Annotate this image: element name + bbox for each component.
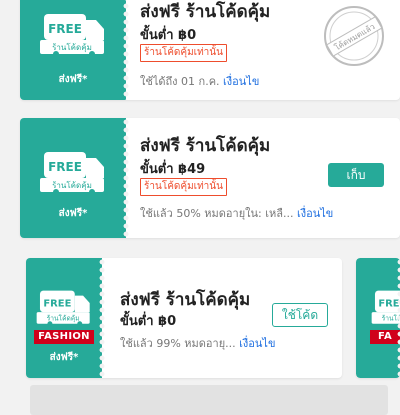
svg-text:FREE: FREE <box>378 298 400 309</box>
svg-text:ร้านโค้ดคุ้ม: ร้านโค้ดคุ้ม <box>47 314 80 322</box>
conditions-link[interactable]: เงื่อนไข <box>223 75 259 88</box>
usage-info: ใช้แล้ว 99% หมดอายุ... เงื่อนไข <box>120 334 275 352</box>
free-shipping-truck-icon: FREE ร้านโค้ดคุ้ม <box>40 14 104 57</box>
free-shipping-truck-icon: FREE ร้านโค้ดคุ้ม <box>40 152 104 195</box>
fashion-label: FASHION <box>34 330 94 344</box>
sold-out-stamp-icon: โค้ดหมดแล้ว <box>324 6 384 66</box>
free-shipping-truck-icon: FREE ร้านโค้ดคุ้ม <box>36 290 90 327</box>
voucher-card-4[interactable]: FREE ร้านโค้ดคุ้ม FA <box>356 258 400 378</box>
free-shipping-truck-icon: FREE ร้านโค้ดคุ้ม <box>371 290 400 324</box>
fashion-label: FA <box>370 330 400 344</box>
voucher-title: ส่งฟรี ร้านโค้ดคุ้ม <box>140 136 271 156</box>
stub-label: ส่งฟรี* <box>58 74 88 85</box>
svg-text:ร้านโค้ดคุ้ม: ร้านโค้ดคุ้ม <box>52 42 92 52</box>
voucher-body: ส่งฟรี ร้านโค้ดคุ้ม ขั้นต่ำ ฿0 ใช้แล้ว 9… <box>102 258 342 378</box>
voucher-body: ส่งฟรี ร้านโค้ดคุ้ม ขั้นต่ำ ฿49 ร้านโค้ด… <box>126 118 400 238</box>
conditions-link[interactable]: เงื่อนไข <box>239 337 275 350</box>
voucher-card-3[interactable]: FREE ร้านโค้ดคุ้ม FASHION ส่งฟรี* ส่งฟรี… <box>26 258 342 378</box>
voucher-title: ส่งฟรี ร้านโค้ดคุ้ม <box>120 290 251 310</box>
svg-text:ร้านโค้ดคุ้ม: ร้านโค้ดคุ้ม <box>52 180 92 190</box>
shop-only-tag: ร้านโค้ดคุ้มเท่านั้น <box>140 178 227 196</box>
svg-text:FREE: FREE <box>43 298 71 309</box>
min-spend: ขั้นต่ำ ฿0 <box>120 314 177 329</box>
stub-label: ส่งฟรี* <box>58 208 88 219</box>
usage-text: ใช้แล้ว 50% หมดอายุใน: เหลื... <box>140 207 294 220</box>
collect-button[interactable]: เก็บ <box>328 163 384 187</box>
min-spend: ขั้นต่ำ ฿0 <box>140 28 197 43</box>
voucher-stub: FREE ร้านโค้ดคุ้ม FA <box>356 258 400 378</box>
svg-text:FREE: FREE <box>48 22 82 36</box>
use-code-button[interactable]: ใช้โค้ด <box>272 303 328 327</box>
bottom-action-bar[interactable] <box>30 385 388 415</box>
voucher-card-2[interactable]: FREE ร้านโค้ดคุ้ม ส่งฟรี* ส่งฟรี ร้านโค้… <box>20 118 400 238</box>
svg-text:FREE: FREE <box>48 160 82 174</box>
min-spend: ขั้นต่ำ ฿49 <box>140 162 206 177</box>
voucher-card-1[interactable]: FREE ร้านโค้ดคุ้ม ส่งฟรี* ส่งฟรี ร้านโค้… <box>20 0 400 100</box>
shop-only-tag: ร้านโค้ดคุ้มเท่านั้น <box>140 44 227 62</box>
validity-text: ใช้ได้ถึง 01 ก.ค. <box>140 75 220 88</box>
voucher-stub: FREE ร้านโค้ดคุ้ม ส่งฟรี* <box>20 0 129 100</box>
validity-info: ใช้ได้ถึง 01 ก.ค. เงื่อนไข <box>140 72 259 90</box>
voucher-stub: FREE ร้านโค้ดคุ้ม FASHION ส่งฟรี* <box>26 258 105 378</box>
conditions-link[interactable]: เงื่อนไข <box>297 207 333 220</box>
svg-text:ร้านโค้ดคุ้ม: ร้านโค้ดคุ้ม <box>382 314 400 322</box>
voucher-title: ส่งฟรี ร้านโค้ดคุ้ม <box>140 2 271 22</box>
svg-text:โค้ดหมดแล้ว: โค้ดหมดแล้ว <box>332 21 376 52</box>
stub-label: ส่งฟรี* <box>49 352 79 363</box>
voucher-stub: FREE ร้านโค้ดคุ้ม ส่งฟรี* <box>20 118 129 238</box>
usage-text: ใช้แล้ว 99% หมดอายุ... <box>120 337 236 350</box>
usage-info: ใช้แล้ว 50% หมดอายุใน: เหลื... เงื่อนไข <box>140 204 333 222</box>
voucher-body: ส่งฟรี ร้านโค้ดคุ้ม ขั้นต่ำ ฿0 ร้านโค้ดค… <box>126 0 400 100</box>
